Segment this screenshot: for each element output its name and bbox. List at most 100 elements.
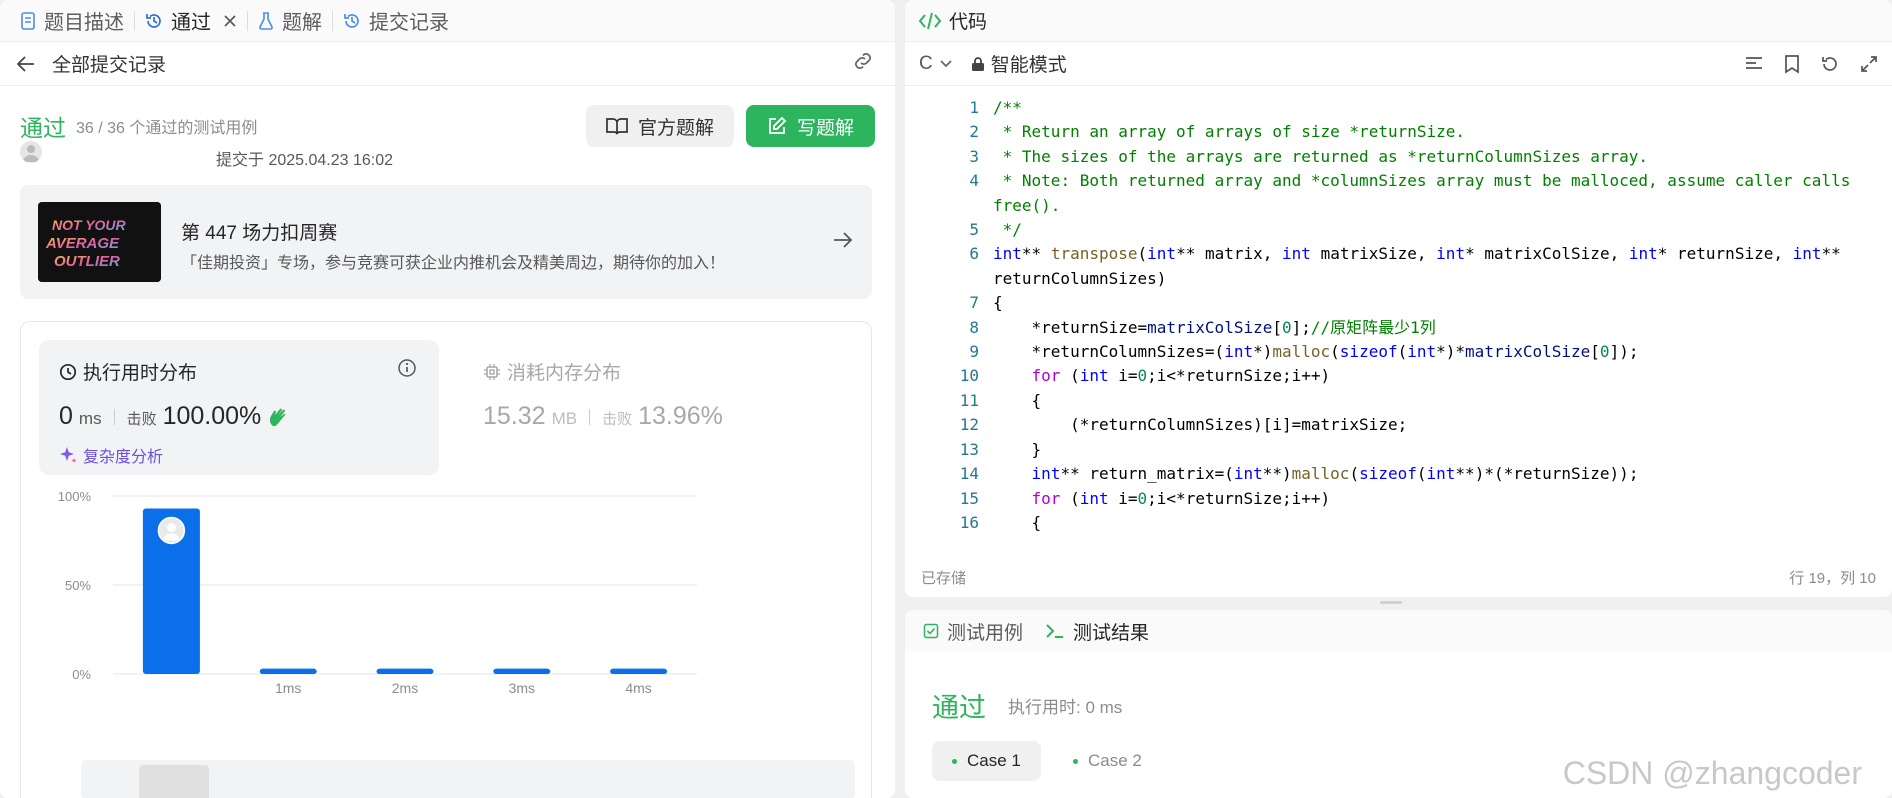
format-icon[interactable] (1744, 55, 1764, 73)
edit-icon (769, 116, 787, 134)
arrow-right-icon[interactable] (832, 230, 854, 255)
x-tick-label: 1ms (275, 680, 301, 696)
code-line[interactable]: 9 *returnColumnSizes=(int*)malloc(sizeof… (905, 340, 1892, 364)
tab-label: 测试结果 (1073, 622, 1150, 644)
line-number: 3 (969, 146, 979, 166)
official-solution-button[interactable]: 官方题解 (586, 105, 734, 147)
y-tick-label: 0% (72, 667, 91, 682)
line-number: 8 (969, 317, 979, 337)
code-text: for (int i=0;i<*returnSize;i++) (1031, 488, 1331, 508)
line-number: 6 (969, 244, 979, 264)
tab-test-results[interactable]: 测试结果 (1045, 618, 1149, 645)
svg-text:AVERAGE: AVERAGE (45, 235, 120, 252)
tab-accepted[interactable]: 通过 (135, 0, 247, 42)
x-tick-label: 3ms (509, 680, 535, 696)
language-select[interactable]: C (919, 53, 953, 75)
user-avatar[interactable] (20, 141, 42, 163)
line-number: 1 (969, 98, 979, 117)
memory-percent: 13.96% (638, 402, 723, 430)
tab-testcases[interactable]: 测试用例 (923, 618, 1023, 645)
code-line[interactable]: 15 for (int i=0;i<*returnSize;i++) (905, 487, 1892, 511)
code-line[interactable]: 1 /** (905, 96, 1892, 120)
code-line[interactable]: 3 * The sizes of the arrays are returned… (905, 145, 1892, 169)
code-text: int** return_matrix=(int**)malloc(sizeof… (1031, 464, 1639, 484)
code-editor[interactable]: 1 /** 2 * Return an array of arrays of siz… (905, 96, 1892, 540)
case-label: Case 2 (1088, 751, 1142, 770)
tab-description[interactable]: 题目描述 (10, 0, 134, 42)
chart-scroll-area[interactable] (81, 760, 855, 798)
runtime-heading-label: 执行用时分布 (83, 363, 198, 384)
code-line[interactable]: 11 { (905, 389, 1892, 413)
x-tick-label: 2ms (392, 680, 418, 696)
code-line[interactable]: 14 int** return_matrix=(int**)malloc(siz… (905, 462, 1892, 486)
language-label: C (919, 52, 933, 74)
code-line[interactable]: 10 for (int i=0;i<*returnSize;i++) (905, 364, 1892, 388)
write-solution-button[interactable]: 写题解 (746, 105, 875, 147)
scroll-knob[interactable] (139, 765, 209, 798)
beat-label: 击败 (602, 411, 633, 428)
code-line[interactable]: 7{ (905, 291, 1892, 315)
memory-value: 15.32 (483, 402, 546, 430)
bookmark-icon[interactable] (1784, 54, 1800, 74)
info-icon[interactable] (397, 358, 417, 383)
memory-unit: MB (551, 409, 578, 428)
tab-label: 题目描述 (44, 12, 124, 34)
flask-icon (259, 11, 273, 30)
runtime-metric: 0 ms 击败 100.00% (59, 402, 289, 431)
line-number: 4 (969, 171, 979, 191)
chevron-down-icon (940, 59, 952, 67)
code-line[interactable]: 2 * Return an array of arrays of size *r… (905, 120, 1892, 144)
runtime-value: 0 (59, 402, 73, 430)
complexity-analysis-link[interactable]: 复杂度分析 (59, 443, 163, 467)
runtime-card[interactable]: 执行用时分布 0 ms 击败 100.00% 复杂度分析 (39, 340, 439, 475)
submission-summary: 通过 36 / 36 个通过的测试用例 提交于 2025.04.23 16:02… (20, 105, 875, 175)
svg-text:OUTLIER: OUTLIER (54, 253, 120, 270)
code-text: (*returnColumnSizes)[i]=matrixSize; (993, 415, 1408, 435)
code-line[interactable]: 8 *returnSize=matrixColSize[0];//原矩阵最少1列 (905, 316, 1892, 340)
svg-text:NOT YOUR: NOT YOUR (52, 217, 127, 233)
tab-label: 提交记录 (369, 12, 449, 34)
divider (589, 408, 591, 425)
tab-solutions[interactable]: 题解 (248, 0, 332, 42)
saved-status: 已存储 (921, 569, 967, 587)
code-tabbar: 代码 (905, 0, 1892, 42)
case-2-tab[interactable]: Case 2 (1053, 741, 1162, 781)
result-status: 通过 (932, 693, 986, 723)
line-number: 13 (959, 439, 979, 459)
smart-mode-toggle[interactable]: 智能模式 (971, 50, 1067, 77)
code-text: *returnSize=matrixColSize[0];//原矩阵最少1列 (993, 317, 1436, 337)
code-line[interactable]: 13 } (905, 438, 1892, 462)
expand-icon[interactable] (1860, 55, 1878, 73)
line-number: 2 (969, 122, 979, 142)
beat-label: 击败 (126, 411, 157, 428)
code-line[interactable]: 16 { (905, 511, 1892, 535)
line-number: 14 (959, 464, 979, 484)
code-tab-title[interactable]: 代码 (949, 7, 987, 34)
code-text: * Note: Both returned array and *columnS… (993, 171, 1860, 215)
editor-status-bar: 已存储 行 19，列 10 (905, 557, 1892, 597)
reset-icon[interactable] (1820, 54, 1840, 74)
code-line[interactable]: 5 */ (905, 218, 1892, 242)
runtime-percent: 100.00% (162, 402, 262, 430)
tab-label: 通过 (171, 12, 211, 34)
memory-card[interactable]: 消耗内存分布 15.32 MB 击败 13.96% (471, 340, 771, 450)
line-number: 12 (959, 415, 979, 435)
contest-thumbnail: NOT YOUR AVERAGE OUTLIER (38, 202, 161, 282)
chart-bar (376, 668, 434, 674)
link-icon[interactable] (851, 49, 875, 79)
case-1-tab[interactable]: Case 1 (932, 741, 1041, 781)
code-text: * Return an array of arrays of size *ret… (993, 122, 1466, 142)
tab-submissions[interactable]: 提交记录 (333, 0, 459, 42)
chip-icon (484, 363, 500, 380)
cursor-position: 行 19，列 10 (1789, 569, 1876, 587)
line-number: 9 (969, 342, 979, 362)
code-line[interactable]: 12 (*returnColumnSizes)[i]=matrixSize; (905, 413, 1892, 437)
contest-banner[interactable]: NOT YOUR AVERAGE OUTLIER 第 447 场力扣周赛 「佳期… (20, 185, 872, 299)
back-arrow-icon[interactable] (12, 50, 40, 78)
code-line[interactable]: 6 int** transpose(int** matrix, int matri… (905, 242, 1892, 291)
panel-resize-handle[interactable] (1380, 601, 1402, 604)
tab-label: 测试用例 (947, 622, 1024, 644)
close-icon[interactable] (223, 14, 237, 28)
all-submissions-link[interactable]: 全部提交记录 (52, 50, 166, 77)
code-line[interactable]: 4 * Note: Both returned array and *colum… (905, 169, 1892, 218)
